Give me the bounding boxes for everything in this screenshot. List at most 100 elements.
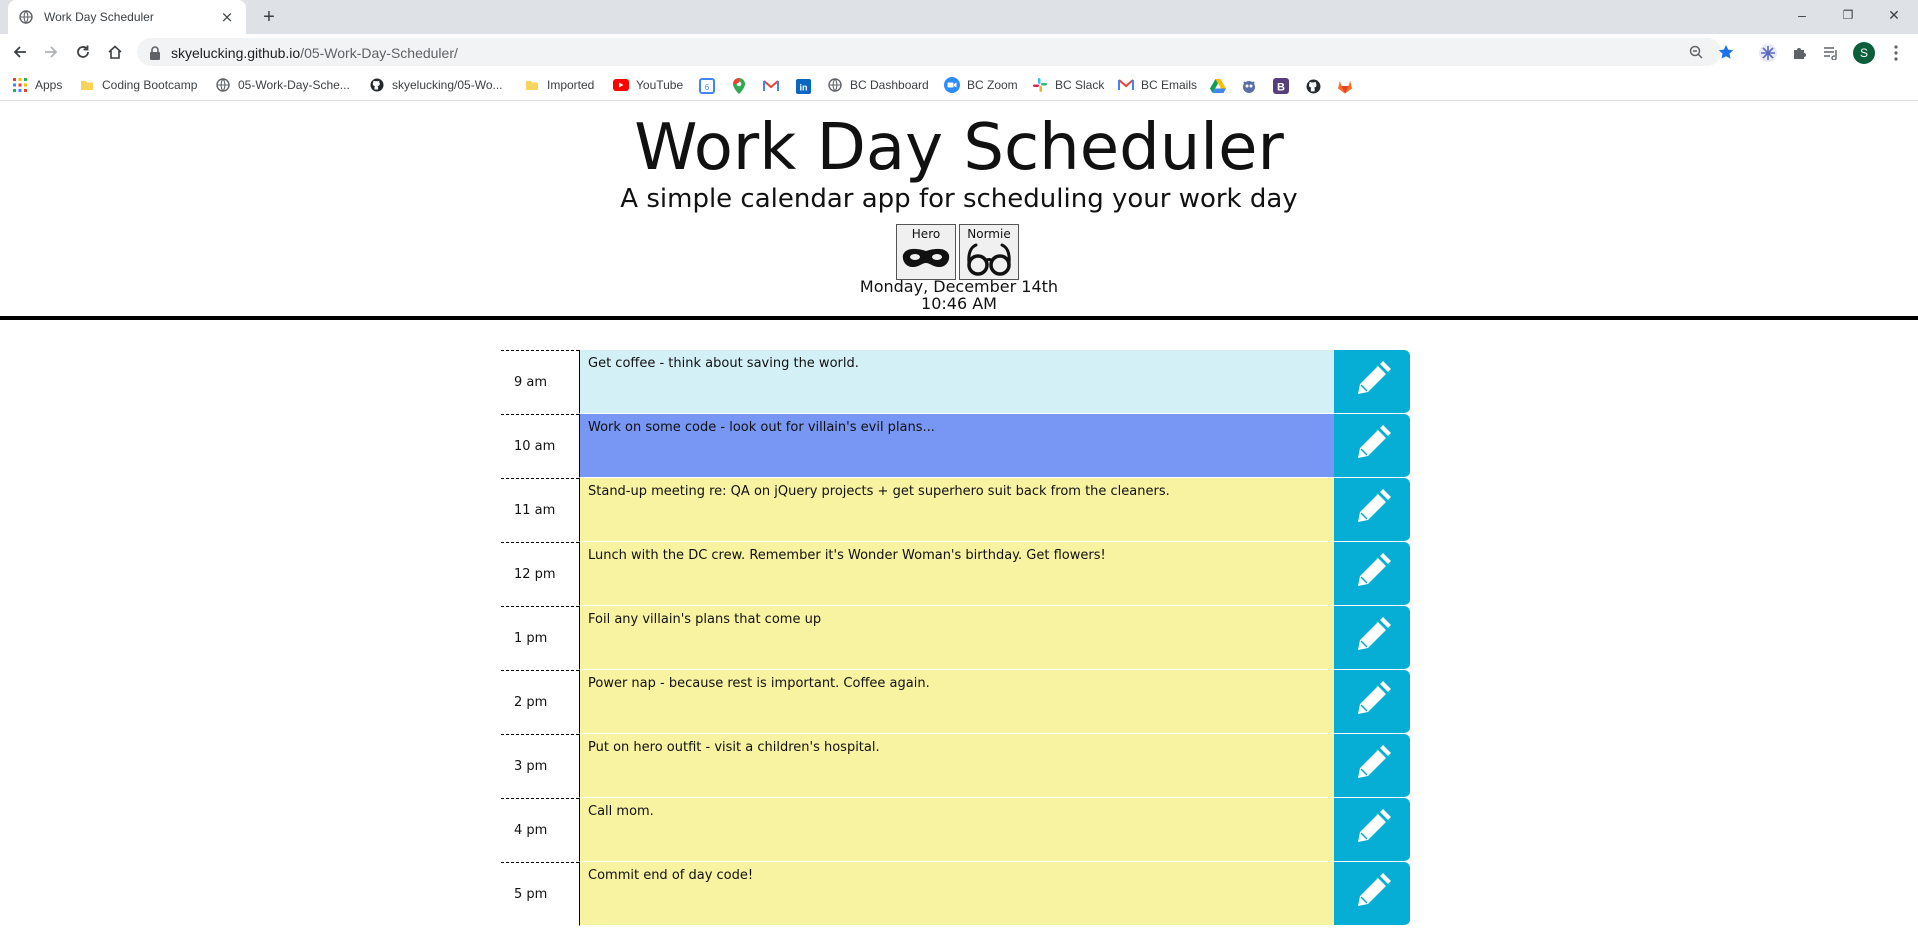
current-date: Monday, December 14th — [859, 277, 1059, 296]
time-block-row: 1 pm Foil any villain's plans that come … — [501, 606, 1415, 670]
event-description[interactable]: Power nap - because rest is important. C… — [579, 670, 1334, 734]
bootstrap-icon[interactable]: B — [1272, 77, 1290, 95]
hero-mode-button[interactable]: Hero — [896, 224, 956, 280]
globe-icon — [215, 77, 231, 93]
mascot-extension-icon[interactable] — [1240, 77, 1258, 95]
google-maps-icon[interactable] — [730, 77, 748, 95]
bookmark-label: 05-Work-Day-Sche... — [238, 78, 350, 92]
window-close-button[interactable]: ✕ — [1872, 0, 1916, 30]
restore-button[interactable]: ❐ — [1826, 0, 1870, 30]
event-description[interactable]: Stand-up meeting re: QA on jQuery projec… — [579, 478, 1334, 542]
bookmark-imported[interactable]: Imported — [524, 75, 594, 95]
home-icon[interactable] — [103, 40, 127, 64]
reload-icon[interactable] — [71, 40, 95, 64]
bookmark-github-repo[interactable]: skyelucking/05-Wo... — [369, 75, 503, 95]
edit-button[interactable] — [1334, 798, 1410, 862]
pencil-icon — [1352, 744, 1392, 788]
event-description[interactable]: Commit end of day code! — [579, 862, 1334, 926]
bookmark-bc-emails[interactable]: BC Emails — [1118, 75, 1197, 95]
minimize-button[interactable]: – — [1780, 0, 1824, 30]
browser-toolbar: skyelucking.github.io/05-Work-Day-Schedu… — [0, 34, 1918, 70]
hour-label: 9 am — [501, 350, 579, 414]
time-block-row: 9 am Get coffee - think about saving the… — [501, 350, 1415, 414]
gmail-icon[interactable] — [762, 77, 780, 95]
bookmark-coding-bootcamp[interactable]: Coding Bootcamp — [79, 75, 197, 95]
google-drive-icon[interactable] — [1209, 77, 1227, 95]
google-calendar-icon[interactable]: 6 — [698, 77, 716, 95]
bookmark-label: BC Zoom — [967, 78, 1018, 92]
bookmark-bc-slack[interactable]: BC Slack — [1032, 75, 1104, 95]
github-icon[interactable] — [1304, 77, 1322, 95]
current-time: 10:46 AM — [921, 294, 997, 313]
edit-button[interactable] — [1334, 542, 1410, 606]
edit-button[interactable] — [1334, 478, 1410, 542]
apps-grid-icon — [12, 77, 28, 93]
svg-text:in: in — [799, 82, 807, 92]
pencil-icon — [1352, 424, 1392, 468]
zoom-magnifier-icon[interactable] — [1687, 43, 1705, 61]
profile-avatar[interactable]: S — [1853, 42, 1875, 64]
zoom-icon — [944, 77, 960, 93]
extension-badge-icon[interactable] — [1758, 43, 1778, 63]
forward-arrow-icon[interactable] — [39, 40, 63, 64]
bookmark-label: BC Slack — [1055, 78, 1105, 92]
time-block-row: 11 am Stand-up meeting re: QA on jQuery … — [501, 478, 1415, 542]
time-block-row: 5 pm Commit end of day code! — [501, 862, 1415, 926]
hour-label: 2 pm — [501, 670, 579, 734]
slack-icon — [1032, 77, 1048, 93]
normie-mode-button[interactable]: Normie — [959, 224, 1019, 280]
bookmark-star-icon[interactable] — [1717, 43, 1735, 61]
edit-button[interactable] — [1334, 606, 1410, 670]
bookmarks-bar: Apps Coding Bootcamp 05-Work-Day-Sche...… — [0, 70, 1918, 101]
hour-label: 12 pm — [501, 542, 579, 606]
extensions-puzzle-icon[interactable] — [1789, 43, 1809, 63]
page-subtitle: A simple calendar app for scheduling you… — [620, 184, 1298, 214]
pencil-icon — [1352, 552, 1392, 596]
event-description[interactable]: Put on hero outfit - visit a children's … — [579, 734, 1334, 798]
edit-button[interactable] — [1334, 350, 1410, 414]
menu-kebab-icon[interactable] — [1886, 43, 1906, 63]
linkedin-icon[interactable]: in — [794, 77, 812, 95]
bookmark-youtube[interactable]: YouTube — [613, 75, 683, 95]
bookmark-work-day-scheduler[interactable]: 05-Work-Day-Sche... — [215, 75, 350, 95]
bookmark-apps[interactable]: Apps — [12, 75, 62, 95]
bookmark-label: BC Dashboard — [850, 78, 929, 92]
glasses-icon — [964, 241, 1014, 281]
media-queue-icon[interactable] — [1821, 43, 1841, 63]
time-block-row: 4 pm Call mom. — [501, 798, 1415, 862]
event-description[interactable]: Work on some code - look out for villain… — [579, 414, 1334, 478]
pencil-icon — [1352, 488, 1392, 532]
time-block-row: 2 pm Power nap - because rest is importa… — [501, 670, 1415, 734]
hour-label: 3 pm — [501, 734, 579, 798]
time-block-row: 3 pm Put on hero outfit - visit a childr… — [501, 734, 1415, 798]
hour-label: 10 am — [501, 414, 579, 478]
new-tab-button[interactable]: + — [258, 6, 280, 28]
event-description[interactable]: Call mom. — [579, 798, 1334, 862]
schedule-list: 9 am Get coffee - think about saving the… — [501, 350, 1415, 926]
browser-tab[interactable]: Work Day Scheduler × — [8, 0, 246, 34]
back-arrow-icon[interactable] — [8, 40, 32, 64]
gmail-icon — [1118, 77, 1134, 93]
gitlab-icon[interactable] — [1336, 77, 1354, 95]
address-bar[interactable]: skyelucking.github.io/05-Work-Day-Schedu… — [137, 38, 1734, 66]
bookmark-bc-dashboard[interactable]: BC Dashboard — [827, 75, 929, 95]
edit-button[interactable] — [1334, 734, 1410, 798]
browser-tab-strip: Work Day Scheduler × + – ❐ ✕ — [0, 0, 1918, 34]
svg-text:B: B — [1277, 82, 1285, 94]
folder-icon — [79, 77, 95, 93]
event-description[interactable]: Get coffee - think about saving the worl… — [579, 350, 1334, 414]
bookmark-bc-zoom[interactable]: BC Zoom — [944, 75, 1018, 95]
tab-close-icon[interactable]: × — [218, 8, 236, 26]
event-description[interactable]: Foil any villain's plans that come up — [579, 606, 1334, 670]
folder-icon — [524, 77, 540, 93]
hour-label: 5 pm — [501, 862, 579, 926]
youtube-icon — [613, 77, 629, 93]
edit-button[interactable] — [1334, 862, 1410, 926]
edit-button[interactable] — [1334, 414, 1410, 478]
svg-text:6: 6 — [705, 83, 710, 92]
event-description[interactable]: Lunch with the DC crew. Remember it's Wo… — [579, 542, 1334, 606]
edit-button[interactable] — [1334, 670, 1410, 734]
globe-icon — [827, 77, 843, 93]
hour-label: 1 pm — [501, 606, 579, 670]
pencil-icon — [1352, 808, 1392, 852]
